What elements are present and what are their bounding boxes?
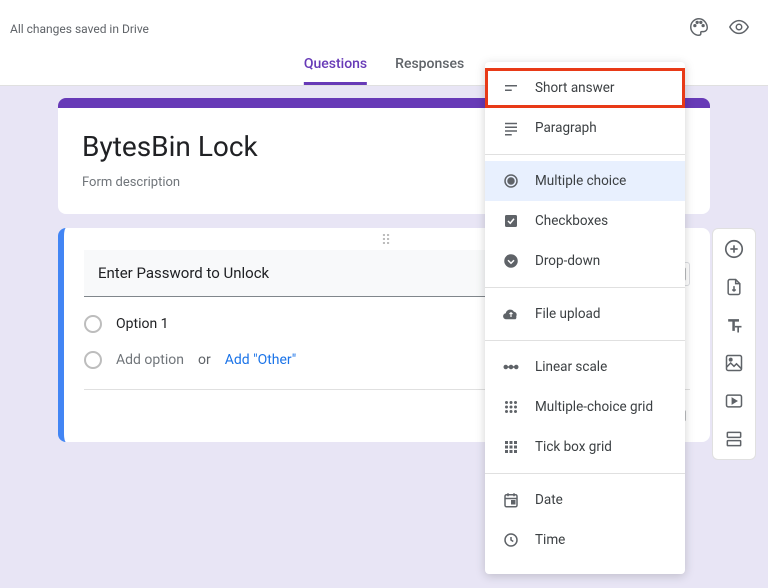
- dd-label: Tick box grid: [535, 439, 612, 455]
- calendar-icon: [501, 490, 521, 510]
- dd-linear-scale[interactable]: Linear scale: [485, 347, 685, 387]
- add-question-button[interactable]: [722, 237, 746, 261]
- dd-label: Time: [535, 532, 565, 548]
- preview-icon[interactable]: [728, 16, 750, 38]
- add-title-button[interactable]: [722, 313, 746, 337]
- dd-label: Checkboxes: [535, 213, 608, 229]
- dd-mc-grid[interactable]: Multiple-choice grid: [485, 387, 685, 427]
- import-questions-button[interactable]: [722, 275, 746, 299]
- add-video-button[interactable]: [722, 389, 746, 413]
- radio-icon: [84, 351, 102, 369]
- add-section-button[interactable]: [722, 427, 746, 451]
- dd-date[interactable]: Date: [485, 480, 685, 520]
- mc-grid-icon: [501, 397, 521, 417]
- dd-label: Multiple-choice grid: [535, 399, 653, 415]
- paragraph-icon: [501, 118, 521, 138]
- dd-paragraph[interactable]: Paragraph: [485, 108, 685, 148]
- dd-label: Multiple choice: [535, 173, 626, 189]
- radio-selected-icon: [501, 171, 521, 191]
- checkbox-icon: [501, 211, 521, 231]
- clock-icon: [501, 530, 521, 550]
- add-image-toolbar-button[interactable]: [722, 351, 746, 375]
- dd-dropdown[interactable]: Drop-down: [485, 241, 685, 281]
- dd-multiple-choice[interactable]: Multiple choice: [485, 161, 685, 201]
- dd-label: Paragraph: [535, 120, 597, 136]
- or-text: or: [198, 352, 211, 368]
- dd-tick-grid[interactable]: Tick box grid: [485, 427, 685, 467]
- dd-file-upload[interactable]: File upload: [485, 294, 685, 334]
- tabs: Questions Responses: [304, 56, 464, 85]
- dd-checkboxes[interactable]: Checkboxes: [485, 201, 685, 241]
- side-toolbar: [712, 228, 756, 460]
- dropdown-icon: [501, 251, 521, 271]
- tick-grid-icon: [501, 437, 521, 457]
- radio-icon: [84, 315, 102, 333]
- palette-icon[interactable]: [688, 16, 710, 38]
- tab-questions[interactable]: Questions: [304, 56, 367, 85]
- dd-short-answer[interactable]: Short answer: [485, 68, 685, 108]
- option-label[interactable]: Option 1: [116, 316, 169, 332]
- dd-label: Short answer: [535, 80, 614, 96]
- linear-scale-icon: [501, 357, 521, 377]
- save-status: All changes saved in Drive: [10, 22, 149, 36]
- add-other-button[interactable]: Add "Other": [225, 352, 297, 368]
- add-option-button[interactable]: Add option: [116, 352, 184, 368]
- short-answer-icon: [501, 78, 521, 98]
- tab-responses[interactable]: Responses: [395, 56, 464, 85]
- dd-label: Drop-down: [535, 253, 600, 269]
- dd-label: Date: [535, 492, 563, 508]
- question-type-dropdown: Short answer Paragraph Multiple choice C…: [485, 62, 685, 574]
- dd-label: Linear scale: [535, 359, 607, 375]
- cloud-upload-icon: [501, 304, 521, 324]
- dd-label: File upload: [535, 306, 601, 322]
- dd-time[interactable]: Time: [485, 520, 685, 560]
